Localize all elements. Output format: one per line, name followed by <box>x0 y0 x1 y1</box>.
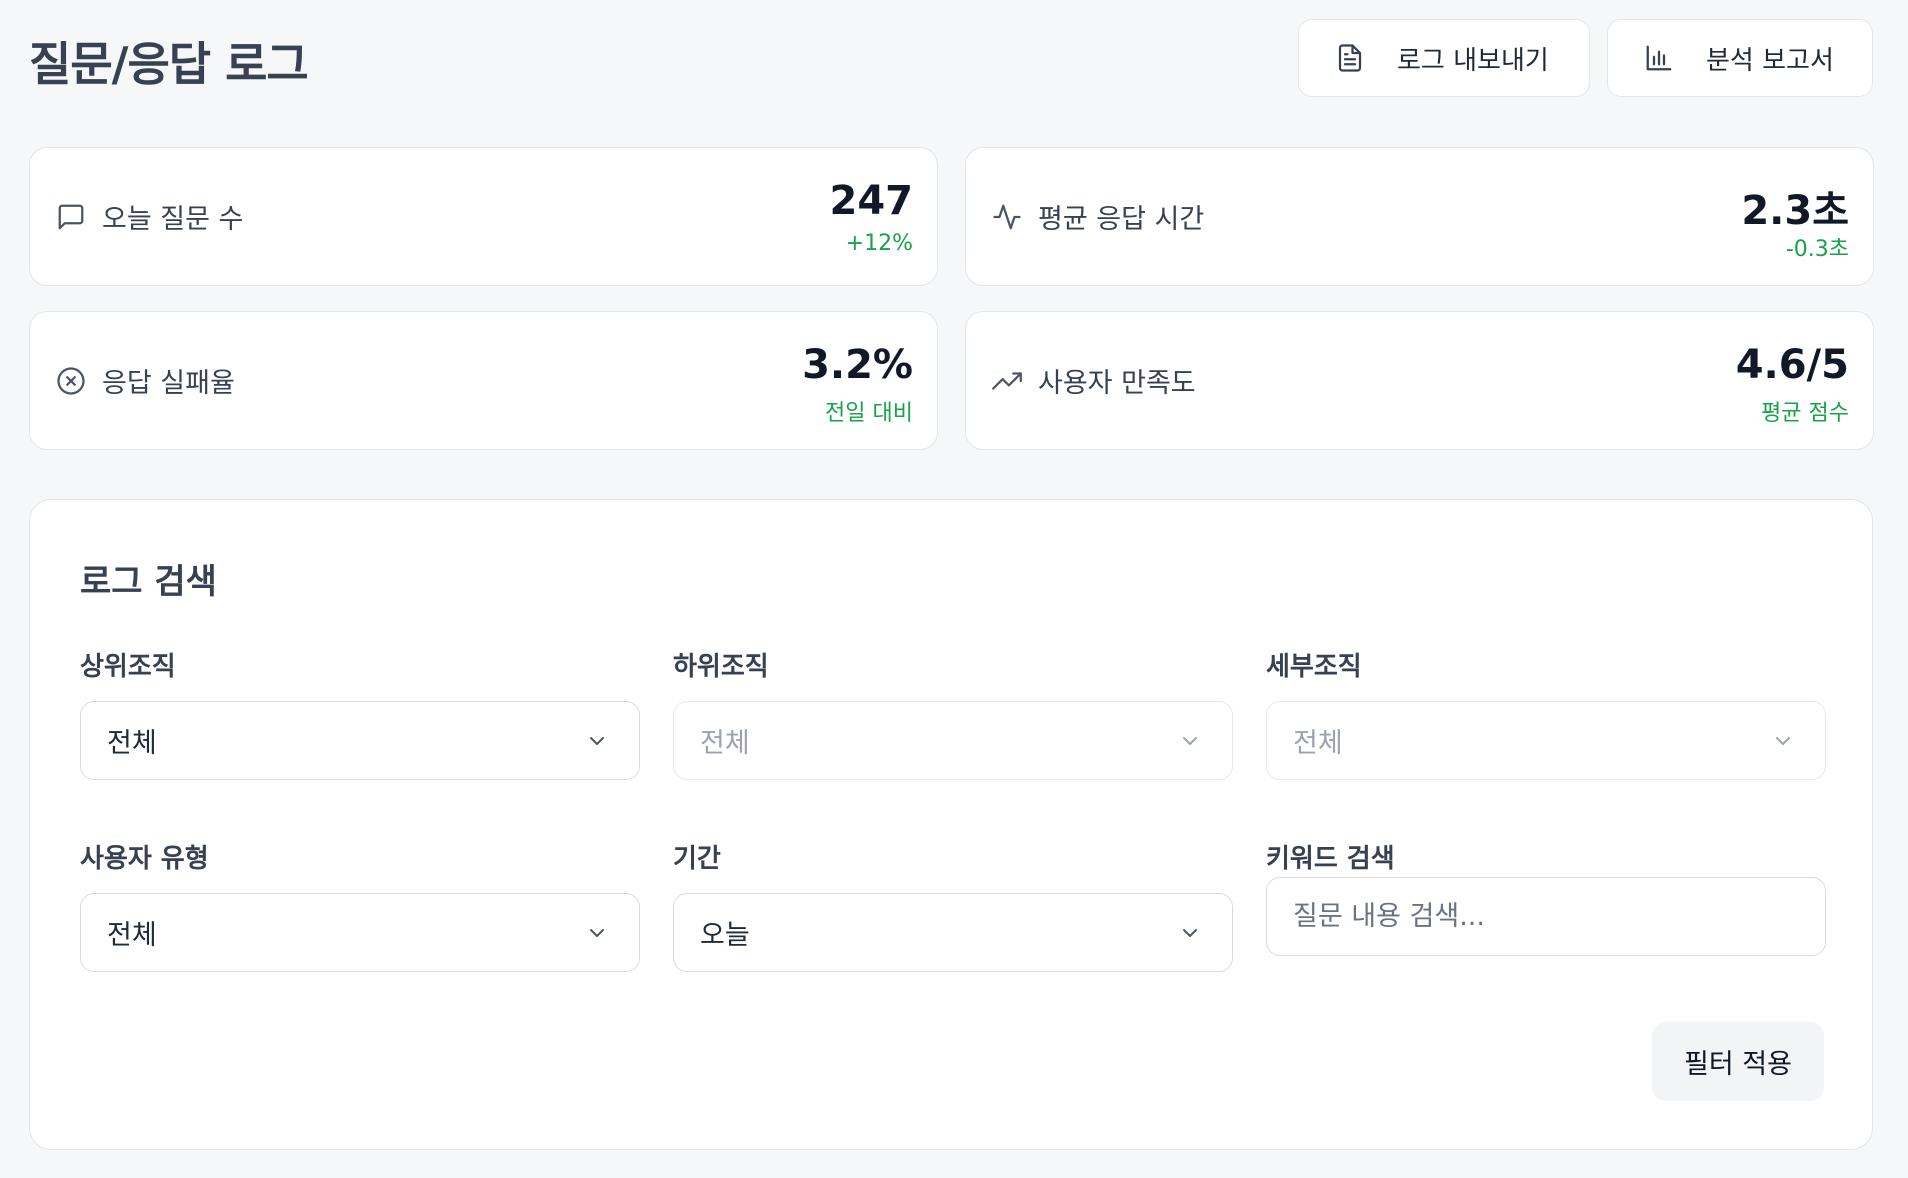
user-type-select[interactable]: 전체 <box>80 893 640 972</box>
upper-org-label: 상위조직 <box>80 652 176 682</box>
file-text-icon <box>1335 43 1365 73</box>
user-type-value: 전체 <box>107 920 157 951</box>
chevron-down-icon <box>1771 729 1795 753</box>
keyword-search-input[interactable] <box>1266 877 1826 956</box>
detail-org-select[interactable]: 전체 <box>1266 701 1826 780</box>
chevron-down-icon <box>1178 729 1202 753</box>
stat-value: 2.3초 <box>1741 188 1849 234</box>
message-square-icon <box>56 202 86 232</box>
lower-org-select[interactable]: 전체 <box>673 701 1233 780</box>
stat-change: 전일 대비 <box>825 401 913 426</box>
stat-card-today-questions: 오늘 질문 수 247 +12% <box>29 147 938 286</box>
log-search-title: 로그 검색 <box>80 562 217 602</box>
stat-card-user-satisfaction: 사용자 만족도 4.6/5 평균 점수 <box>965 311 1874 450</box>
stat-label: 평균 응답 시간 <box>1038 204 1205 235</box>
stat-value: 3.2% <box>802 342 913 388</box>
period-value: 오늘 <box>700 920 750 951</box>
trending-up-icon <box>992 366 1022 396</box>
bar-chart-icon <box>1644 43 1674 73</box>
page-title: 질문/응답 로그 <box>29 37 309 91</box>
stat-value: 4.6/5 <box>1735 342 1849 388</box>
stat-value: 247 <box>829 178 914 224</box>
chevron-down-icon <box>1178 921 1202 945</box>
period-label: 기간 <box>673 844 721 874</box>
lower-org-label: 하위조직 <box>673 652 769 682</box>
analysis-report-label: 분석 보고서 <box>1706 45 1834 76</box>
detail-org-value: 전체 <box>1293 728 1343 759</box>
detail-org-label: 세부조직 <box>1266 652 1362 682</box>
analysis-report-button[interactable]: 분석 보고서 <box>1607 19 1873 97</box>
user-type-label: 사용자 유형 <box>80 844 209 874</box>
upper-org-value: 전체 <box>107 728 157 759</box>
export-log-button[interactable]: 로그 내보내기 <box>1298 19 1590 97</box>
stat-card-avg-response-time: 평균 응답 시간 2.3초 -0.3초 <box>965 147 1874 286</box>
log-search-panel: 로그 검색 상위조직 전체 하위조직 전체 세부조직 전체 사용자 유형 전체 … <box>29 499 1873 1150</box>
lower-org-value: 전체 <box>700 728 750 759</box>
upper-org-select[interactable]: 전체 <box>80 701 640 780</box>
export-log-label: 로그 내보내기 <box>1397 45 1549 76</box>
stat-change: -0.3초 <box>1785 237 1849 262</box>
stat-change: +12% <box>845 231 913 256</box>
chevron-down-icon <box>585 729 609 753</box>
apply-filter-button[interactable]: 필터 적용 <box>1652 1022 1824 1101</box>
activity-icon <box>992 202 1022 232</box>
x-circle-icon <box>56 366 86 396</box>
chevron-down-icon <box>585 921 609 945</box>
stat-label: 오늘 질문 수 <box>102 204 244 235</box>
stat-label: 응답 실패율 <box>102 368 235 399</box>
stat-card-failure-rate: 응답 실패율 3.2% 전일 대비 <box>29 311 938 450</box>
stat-change: 평균 점수 <box>1761 401 1849 426</box>
stat-label: 사용자 만족도 <box>1038 368 1196 399</box>
keyword-search-label: 키워드 검색 <box>1266 844 1395 874</box>
period-select[interactable]: 오늘 <box>673 893 1233 972</box>
